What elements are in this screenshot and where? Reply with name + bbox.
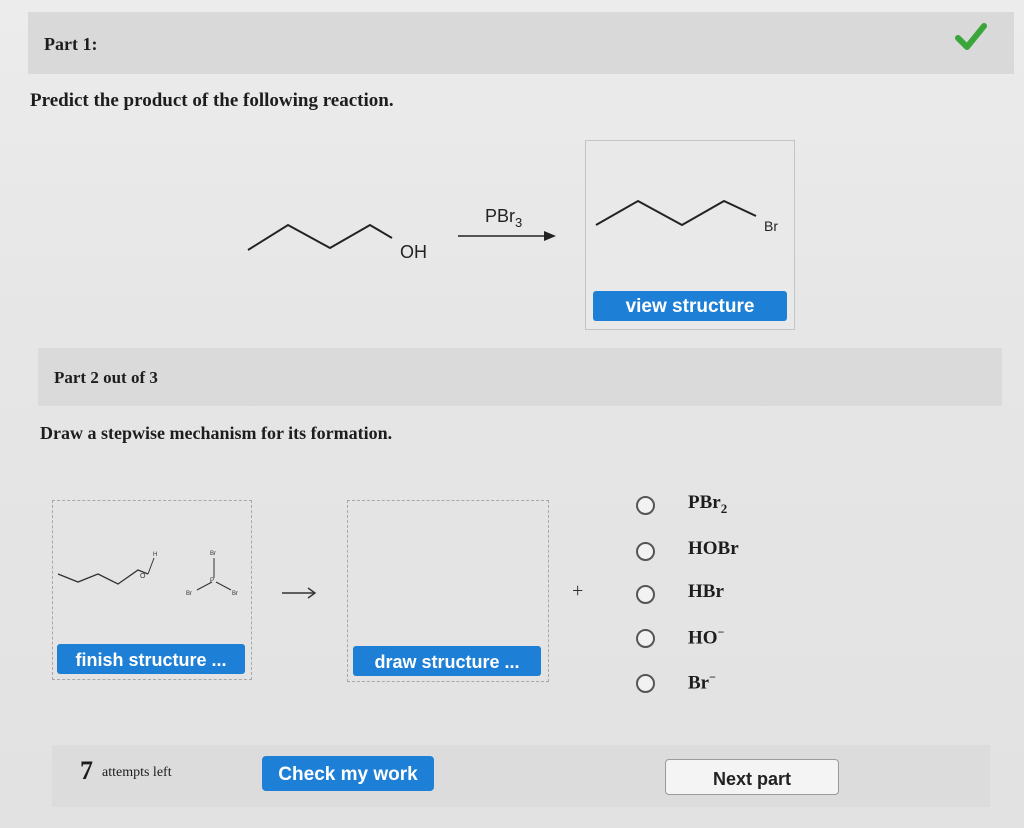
reaction-scheme: OH PBr3: [247, 206, 556, 262]
product-br-label: Br: [764, 218, 778, 234]
attempts-count: 7: [80, 756, 93, 785]
h-label: H: [153, 552, 157, 558]
o-label: O: [140, 573, 146, 580]
radio-hbr[interactable]: [636, 585, 655, 604]
radio-pbr2[interactable]: [636, 496, 655, 515]
part1-title: Part 1:: [44, 34, 98, 54]
plus-sign: +: [572, 580, 584, 602]
part2-question: Draw a stepwise mechanism for its format…: [40, 423, 393, 443]
product-structure-box[interactable]: Br view structure: [585, 140, 795, 330]
reactants-structure: H O Br P Br Br: [57, 551, 238, 597]
br-right-label: Br: [232, 591, 238, 597]
option-label-hydroxide: HO−: [688, 625, 725, 649]
next-part-button[interactable]: Next part: [665, 759, 839, 795]
draw-structure-button[interactable]: draw structure ...: [353, 646, 541, 676]
reagent-label: PBr3: [485, 206, 522, 230]
finish-structure-button[interactable]: finish structure ...: [57, 644, 245, 674]
radio-hydroxide[interactable]: [636, 629, 655, 648]
part1-question: Predict the product of the following rea…: [30, 90, 394, 111]
option-label-hbr: HBr: [688, 581, 724, 602]
option-label-bromide: Br−: [688, 670, 716, 694]
view-structure-button[interactable]: view structure: [593, 291, 787, 321]
part1-header: Part 1:: [28, 12, 1014, 74]
attempts-text: attempts left: [102, 765, 172, 780]
part2-title: Part 2 out of 3: [54, 368, 158, 387]
option-label-hobr: HOBr: [688, 538, 739, 559]
check-my-work-button[interactable]: Check my work: [262, 756, 434, 791]
reactant-oh-label: OH: [400, 242, 427, 262]
footer-bar: 7 attempts left Check my work Next part: [52, 745, 990, 807]
reaction-arrow-icon: [282, 587, 317, 599]
radio-hobr[interactable]: [636, 542, 655, 561]
checkmark-icon: [955, 23, 987, 50]
product-structure: Br: [595, 199, 778, 234]
option-label-pbr2: PBr2: [688, 492, 728, 516]
br-left-label: Br: [186, 591, 192, 597]
part2-header: Part 2 out of 3: [38, 348, 1002, 406]
radio-bromide[interactable]: [636, 674, 655, 693]
br-top-label: Br: [210, 551, 216, 557]
